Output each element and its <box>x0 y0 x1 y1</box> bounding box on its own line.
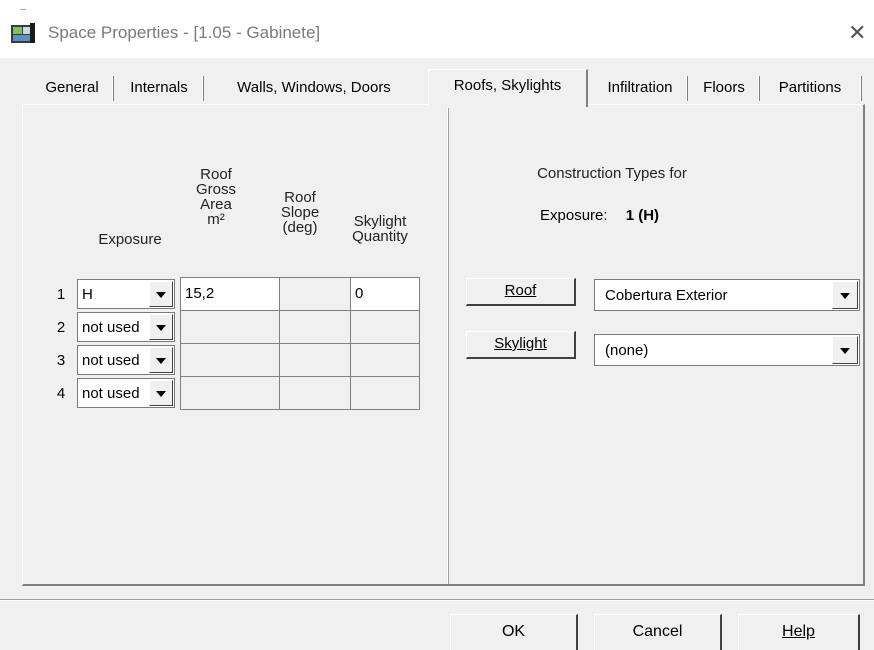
footer-separator <box>0 599 874 601</box>
header-gross-area-unit: m² <box>207 211 225 228</box>
exposure-label: Exposure: <box>540 207 608 224</box>
header-slope-line: Slope <box>280 204 320 221</box>
tab-partitions[interactable]: Partitions <box>762 74 858 102</box>
tab-roofs-skylights[interactable]: Roofs, Skylights <box>428 69 588 107</box>
help-button-label: Help <box>782 623 815 640</box>
header-slope-line: (deg) <box>282 219 318 236</box>
slope-cell[interactable] <box>279 343 351 377</box>
row-number: 2 <box>56 319 66 336</box>
header-gross-area-line: Area <box>200 196 232 213</box>
gross-area-cell[interactable] <box>180 343 280 377</box>
exposure-value: not used <box>82 319 140 336</box>
tab-separator <box>202 76 204 101</box>
tab-separator <box>686 76 688 101</box>
dropdown-arrow-icon[interactable] <box>832 281 858 309</box>
exposure-value: H <box>82 286 93 303</box>
skylight-qty-cell[interactable] <box>350 310 420 344</box>
slope-cell[interactable] <box>279 376 351 410</box>
exposure-select[interactable]: not used <box>77 345 175 375</box>
skylight-button-label: Skylight <box>494 335 547 352</box>
skylight-button[interactable]: Skylight <box>466 331 576 359</box>
row-number: 4 <box>56 385 66 402</box>
tab-separator <box>860 76 862 101</box>
panel-divider <box>447 108 449 584</box>
tab-infiltration[interactable]: Infiltration <box>594 74 686 102</box>
help-button[interactable]: Help <box>738 614 860 650</box>
row-number: 1 <box>56 286 66 303</box>
roof-button-label: Roof <box>504 282 537 299</box>
header-skylight-line: Quantity <box>352 228 408 245</box>
close-icon[interactable]: ✕ <box>848 22 866 44</box>
skylight-qty-value: 0 <box>355 285 364 302</box>
exposure-select[interactable]: not used <box>77 312 175 342</box>
exposure-value: not used <box>82 352 140 369</box>
tab-internals[interactable]: Internals <box>116 74 202 102</box>
skylight-qty-cell[interactable] <box>350 376 420 410</box>
tab-separator <box>758 76 760 101</box>
roof-type-value: Cobertura Exterior <box>605 287 728 304</box>
dropdown-arrow-icon[interactable] <box>149 347 173 373</box>
header-gross-area: Roof Gross Area m² <box>180 167 252 227</box>
header-exposure: Exposure <box>98 231 162 248</box>
ok-button[interactable]: OK <box>450 614 578 650</box>
header-skylight-quantity: Skylight Quantity <box>340 214 420 244</box>
skylight-type-value: (none) <box>605 342 649 359</box>
roof-type-select[interactable]: Cobertura Exterior <box>594 279 860 311</box>
header-gross-area-line: Roof <box>200 166 232 183</box>
header-slope-line: Roof <box>284 189 316 206</box>
dropdown-arrow-icon[interactable] <box>149 380 173 406</box>
gross-area-cell[interactable] <box>180 310 280 344</box>
dropdown-arrow-icon[interactable] <box>832 336 858 364</box>
tab-floors[interactable]: Floors <box>690 74 758 102</box>
tab-roofs-skylights-label: Roofs, Skylights <box>453 77 562 94</box>
skylight-type-select[interactable]: (none) <box>594 334 860 366</box>
header-gross-area-line: Gross <box>195 181 236 198</box>
window-title: Space Properties - [1.05 - Gabinete] <box>48 23 321 42</box>
header-skylight-line: Skylight <box>353 213 407 230</box>
skylight-qty-cell[interactable]: 0 <box>350 277 420 311</box>
tab-separator <box>112 76 114 101</box>
construction-heading: Construction Types for <box>537 165 687 182</box>
tab-walls-windows-doors[interactable]: Walls, Windows, Doors <box>206 74 422 102</box>
gross-area-cell[interactable] <box>180 376 280 410</box>
slope-cell[interactable] <box>279 310 351 344</box>
tab-general[interactable]: General <box>30 74 114 102</box>
gross-area-cell[interactable]: 15,2 <box>180 277 280 311</box>
exposure-select[interactable]: H <box>77 279 175 309</box>
row-number: 3 <box>56 352 66 369</box>
exposure-id: 1 (H) <box>625 207 660 224</box>
slope-cell[interactable] <box>279 277 351 311</box>
title-bar: Space Properties - [1.05 - Gabinete] ✕ <box>0 0 874 58</box>
construction-exposure: Exposure: 1 (H) <box>540 207 659 224</box>
roof-button[interactable]: Roof <box>466 278 576 306</box>
exposure-select[interactable]: not used <box>77 378 175 408</box>
dropdown-arrow-icon[interactable] <box>149 314 173 340</box>
skylight-qty-cell[interactable] <box>350 343 420 377</box>
gross-area-value: 15,2 <box>185 285 215 302</box>
title-bar-mark <box>20 9 26 10</box>
header-slope: Roof Slope (deg) <box>270 190 330 235</box>
app-icon <box>11 23 35 43</box>
exposure-value: not used <box>82 385 140 402</box>
dropdown-arrow-icon[interactable] <box>149 281 173 307</box>
cancel-button[interactable]: Cancel <box>594 614 722 650</box>
